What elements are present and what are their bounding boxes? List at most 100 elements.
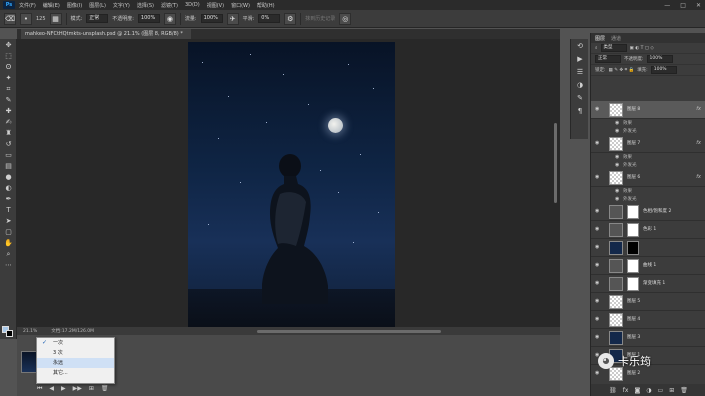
layer-mask-thumbnail[interactable] <box>627 277 639 291</box>
dodge-tool-icon[interactable]: ◐ <box>2 183 15 193</box>
folder-icon[interactable]: ▭ <box>658 387 664 394</box>
horizontal-scrollbar[interactable] <box>257 330 441 333</box>
first-frame-button[interactable]: ⏮ <box>37 385 42 393</box>
document-canvas[interactable] <box>188 42 395 327</box>
blur-tool-icon[interactable]: ● <box>2 172 15 182</box>
fx-badge-icon[interactable]: fx <box>696 140 701 146</box>
filter-icons[interactable]: ▣ ◐ T ▢ ◇ <box>630 46 654 51</box>
lasso-tool-icon[interactable]: ʘ <box>2 62 15 72</box>
delete-frame-button[interactable]: 🗑 <box>101 385 109 393</box>
eye-icon[interactable]: ◉ <box>595 316 601 322</box>
eye-icon[interactable]: ◉ <box>595 280 601 286</box>
eraser-tool-icon[interactable]: ▭ <box>2 150 15 160</box>
brush-settings-icon[interactable]: ▦ <box>49 12 62 25</box>
menu-filter[interactable]: 滤镜(T) <box>161 2 178 9</box>
menu-select[interactable]: 选择(S) <box>137 2 154 9</box>
layer-mask-thumbnail[interactable] <box>627 241 639 255</box>
marquee-tool-icon[interactable]: ⬚ <box>2 51 15 61</box>
brush-tool-icon[interactable]: ✍ <box>2 117 15 127</box>
layer-mask-thumbnail[interactable] <box>627 205 639 219</box>
menu-edit[interactable]: 编辑(E) <box>43 2 60 9</box>
adjustments-panel-icon[interactable]: ◑ <box>574 80 586 91</box>
opacity-field[interactable]: 100% <box>137 14 160 23</box>
layer-effect-row[interactable]: ◉ 效果 <box>591 187 705 195</box>
canvas-area[interactable] <box>17 39 560 327</box>
maximize-button[interactable]: □ <box>680 2 686 9</box>
eyedropper-tool-icon[interactable]: ✎ <box>2 95 15 105</box>
layer-row[interactable]: ◉ 图层 7 fx <box>591 135 705 153</box>
actions-panel-icon[interactable]: ▶ <box>574 54 586 65</box>
eye-icon[interactable]: ◉ <box>595 244 601 250</box>
fx-icon[interactable]: fx <box>623 387 629 394</box>
properties-panel-icon[interactable]: ☰ <box>574 67 586 78</box>
brush-panel-icon[interactable]: ✎ <box>574 93 586 104</box>
menu-layer[interactable]: 图层(L) <box>89 2 106 9</box>
zoom-level[interactable]: 21.1% <box>23 329 37 334</box>
pressure-size-icon[interactable]: ◎ <box>339 12 352 25</box>
eye-icon[interactable]: ◉ <box>615 188 621 194</box>
more-tools-icon[interactable]: ⋯ <box>2 260 15 270</box>
flow-field[interactable]: 100% <box>200 14 223 23</box>
paragraph-panel-icon[interactable]: ¶ <box>574 106 586 117</box>
layer-row[interactable]: ◉ 色相/饱和度 2 <box>591 203 705 221</box>
mode-select[interactable]: 正常 <box>86 14 109 23</box>
layer-row[interactable]: ◉ 图层 3 <box>591 329 705 347</box>
menu-view[interactable]: 视图(V) <box>207 2 224 9</box>
layer-row[interactable]: ◉ 曲线 1 <box>591 257 705 275</box>
menu-3d[interactable]: 3D(D) <box>185 2 200 8</box>
background-color-swatch[interactable] <box>6 330 13 337</box>
document-tab[interactable]: mahkeo-NFCtHQtmkts-unsplash.psd @ 21.1% … <box>21 29 191 39</box>
eye-icon[interactable]: ◉ <box>595 140 601 146</box>
fx-badge-icon[interactable]: fx <box>696 106 701 112</box>
fx-badge-icon[interactable]: fx <box>696 174 701 180</box>
layer-row[interactable]: ◉ 渐变填充 1 <box>591 275 705 293</box>
play-button[interactable]: ▶ <box>61 385 66 393</box>
layer-effect-row[interactable]: ◉ 外发光 <box>591 127 705 135</box>
vertical-scrollbar[interactable] <box>554 123 557 203</box>
eye-icon[interactable]: ◉ <box>615 162 621 168</box>
layer-effect-row[interactable]: ◉ 效果 <box>591 153 705 161</box>
minimize-button[interactable]: — <box>664 2 670 9</box>
eraser-tool-icon[interactable]: ⌫ <box>4 12 16 25</box>
layer-mask-thumbnail[interactable] <box>627 259 639 273</box>
layer-effect-row[interactable]: ◉ 效果 <box>591 119 705 127</box>
zoom-tool-icon[interactable]: ⌕ <box>2 249 15 259</box>
brush-preset-picker[interactable]: • <box>20 12 32 25</box>
eye-icon[interactable]: ◉ <box>615 154 621 160</box>
mask-icon[interactable]: ◙ <box>634 387 640 394</box>
fill-field[interactable]: 100% <box>650 66 677 74</box>
layer-mask-thumbnail[interactable] <box>627 223 639 237</box>
type-tool-icon[interactable]: T <box>2 205 15 215</box>
loop-option-once[interactable]: ✓ 一次 <box>37 338 114 348</box>
menu-window[interactable]: 窗口(W) <box>231 2 250 9</box>
pen-tool-icon[interactable]: ✒ <box>2 194 15 204</box>
menu-image[interactable]: 图像(I) <box>67 2 82 9</box>
layer-row[interactable]: ◉ <box>591 239 705 257</box>
eye-icon[interactable]: ◉ <box>595 298 601 304</box>
menu-help[interactable]: 帮助(H) <box>257 2 275 9</box>
erase-history-checkbox[interactable]: 抹到历史记录 <box>305 15 335 22</box>
link-icon[interactable]: ⛓ <box>609 387 617 394</box>
layer-row[interactable]: ◉ 图层 8 fx <box>591 101 705 119</box>
eye-icon[interactable]: ◉ <box>615 128 621 134</box>
eye-icon[interactable]: ◉ <box>615 196 621 202</box>
menu-type[interactable]: 文字(Y) <box>113 2 130 9</box>
trash-icon[interactable]: 🗑 <box>680 387 688 394</box>
tab-layers[interactable]: 图层 <box>595 35 605 42</box>
path-selection-tool-icon[interactable]: ➤ <box>2 216 15 226</box>
duplicate-frame-button[interactable]: ⊞ <box>89 385 94 393</box>
layer-row[interactable]: ◉ 图层 6 fx <box>591 169 705 187</box>
loop-option-forever[interactable]: 永远 <box>37 358 114 368</box>
healing-brush-tool-icon[interactable]: ✚ <box>2 106 15 116</box>
eye-icon[interactable]: ◉ <box>595 174 601 180</box>
pressure-opacity-icon[interactable]: ◉ <box>163 12 176 25</box>
layer-row[interactable]: ◉ 图层 4 <box>591 311 705 329</box>
blend-mode-select[interactable]: 正常 <box>595 55 621 63</box>
move-tool-icon[interactable]: ✥ <box>2 40 15 50</box>
previous-frame-button[interactable]: ◀ <box>49 385 54 393</box>
menu-file[interactable]: 文件(F) <box>19 2 36 9</box>
history-brush-tool-icon[interactable]: ↺ <box>2 139 15 149</box>
smooth-field[interactable]: 0% <box>258 14 281 23</box>
lock-icons[interactable]: ▦ ✎ ✥ ⌗ 🔒 <box>609 67 635 73</box>
hand-tool-icon[interactable]: ✋ <box>2 238 15 248</box>
